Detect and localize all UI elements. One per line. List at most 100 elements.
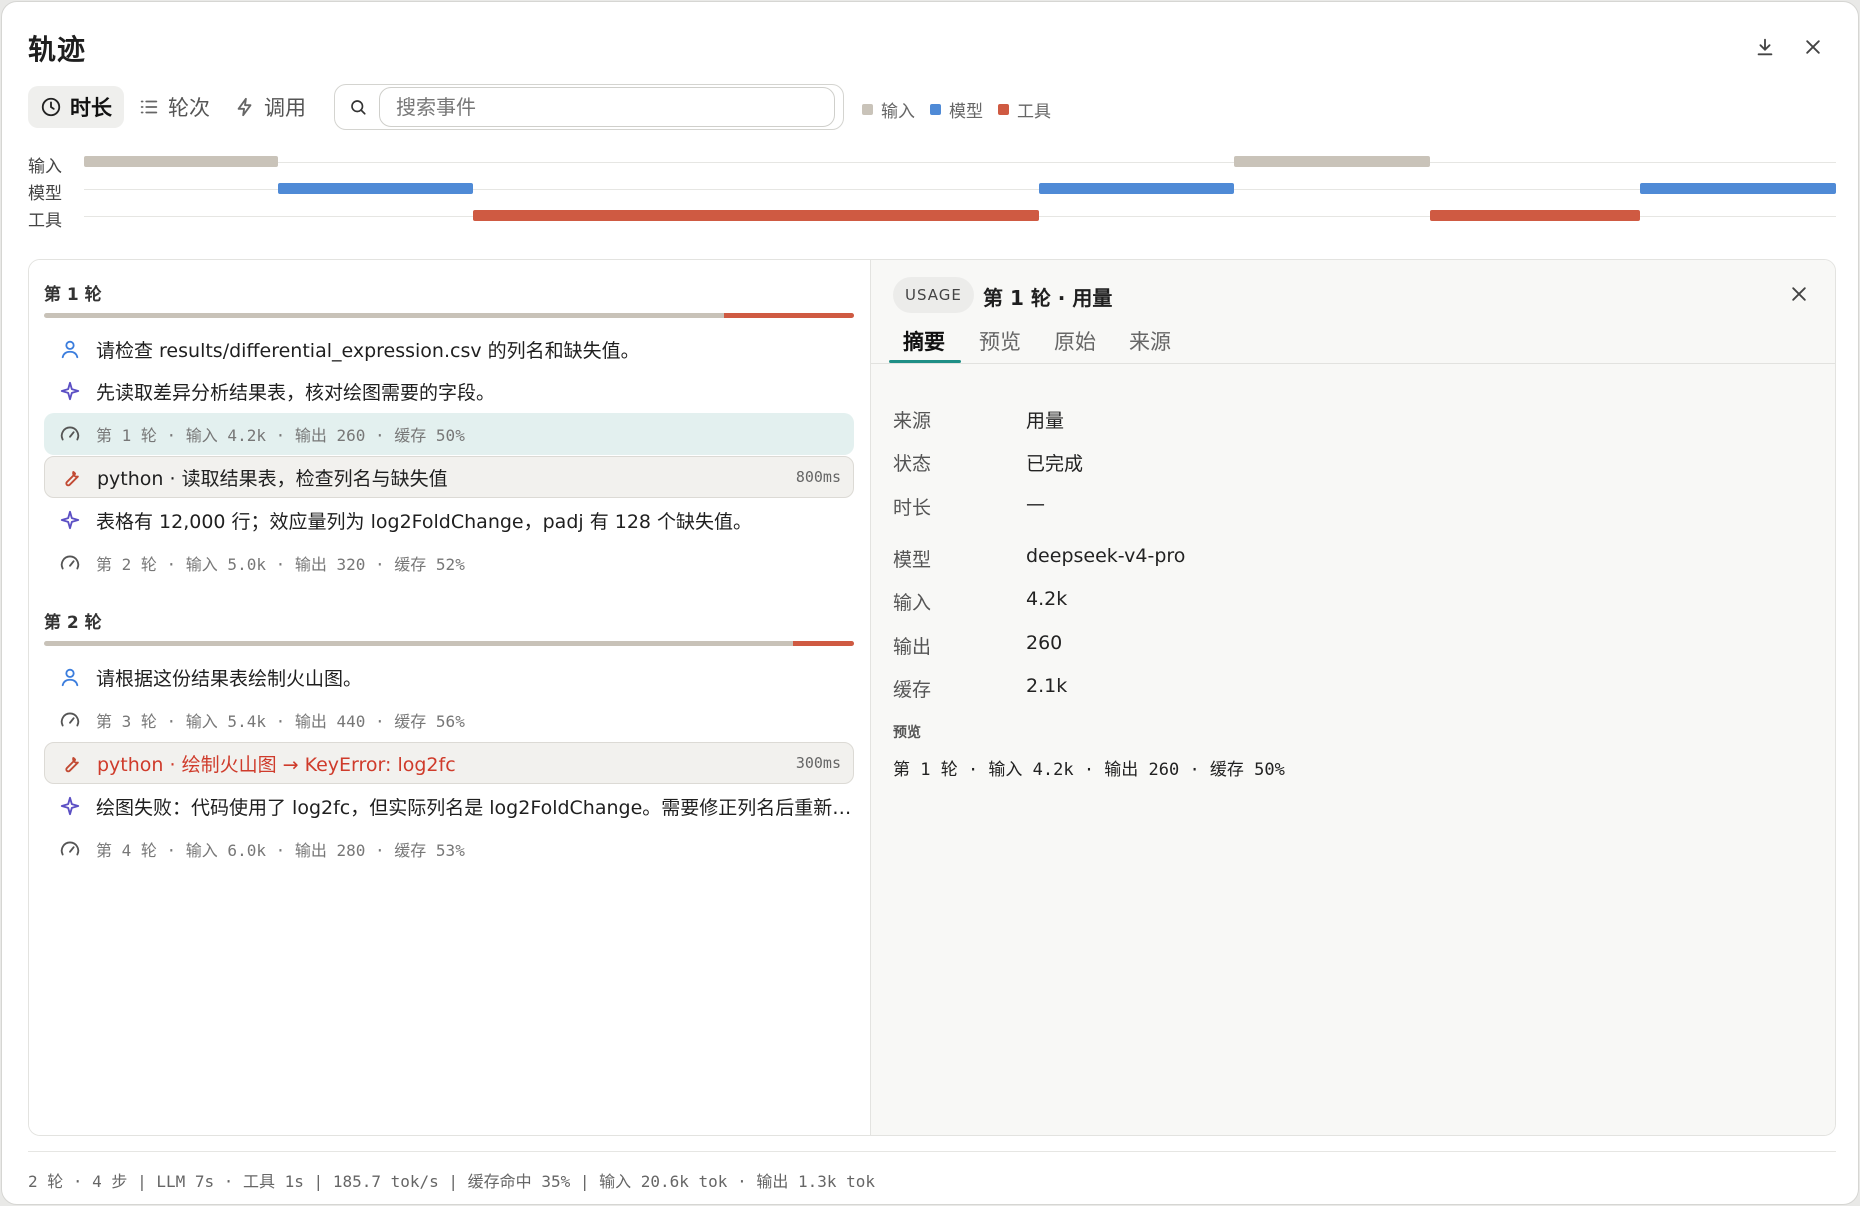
preview-heading: 预览 (893, 725, 921, 741)
timeline-bar-input[interactable] (1234, 156, 1430, 167)
tab-preview[interactable]: 预览 (979, 326, 1021, 356)
legend-label: 输入 (881, 102, 915, 122)
item-text: 第 1 轮 · 输入 4.2k · 输出 260 · 缓存 50% (96, 426, 465, 445)
timeline-bar-input[interactable] (84, 156, 278, 167)
item-text: python · 读取结果表，检查列名与缺失值 (97, 467, 448, 490)
tool-duration: 800ms (795, 468, 841, 486)
segment-label: 调用 (264, 96, 306, 120)
download-button[interactable] (1750, 32, 1780, 62)
detail-tabs: 摘要 预览 原始 来源 (871, 320, 1835, 364)
list-item-model[interactable]: 表格有 12,000 行；效应量列为 log2FoldChange，padj 有… (44, 499, 854, 541)
field-value: deepseek-v4-pro (1026, 545, 1186, 567)
segment-label: 时长 (70, 96, 112, 120)
field-key: 时长 (893, 497, 932, 519)
detail-title: 第 1 轮 · 用量 (983, 286, 1113, 310)
round-heading: 第 2 轮 (44, 613, 102, 633)
active-tab-indicator (889, 360, 961, 363)
field-key: 输出 (893, 636, 932, 658)
timeline-bar-tool[interactable] (1430, 210, 1640, 221)
item-text: 第 4 轮 · 输入 6.0k · 输出 280 · 缓存 53% (96, 841, 465, 860)
round-progress-bar (44, 641, 854, 646)
timeline-bar-model[interactable] (278, 183, 473, 194)
event-type-badge: USAGE (893, 277, 974, 313)
search-box (334, 84, 844, 130)
segment-label: 轮次 (168, 96, 210, 120)
clock-icon (41, 97, 61, 117)
field-key: 缓存 (893, 679, 932, 701)
user-icon (61, 668, 79, 687)
round-progress-tool-segment (724, 313, 854, 318)
round-heading: 第 1 轮 (44, 285, 102, 305)
round-progress-bar (44, 313, 854, 318)
close-window-button[interactable] (1798, 32, 1828, 62)
timeline-lane-label: 模型 (28, 184, 62, 204)
item-text: 请根据这份结果表绘制火山图。 (96, 667, 363, 690)
legend-swatch (862, 104, 873, 115)
segment-calls[interactable]: 调用 (222, 86, 318, 128)
search-input[interactable] (379, 87, 835, 127)
legend-swatch (998, 104, 1009, 115)
sparkle-icon (60, 510, 80, 530)
field-value: — (1026, 493, 1045, 515)
field-key: 模型 (893, 549, 932, 571)
legend-tool: 工具 (998, 97, 1051, 122)
detail-panel: USAGE 第 1 轮 · 用量 摘要 预览 原始 来源 来源 用量 状态 已完… (870, 260, 1835, 1135)
close-icon (1792, 287, 1806, 301)
tab-raw[interactable]: 原始 (1054, 326, 1096, 356)
timeline-bar-tool[interactable] (473, 210, 1039, 221)
round-progress-tool-segment (793, 641, 854, 646)
list-item-usage[interactable]: 第 4 轮 · 输入 6.0k · 输出 280 · 缓存 53% (44, 828, 854, 870)
segment-duration[interactable]: 时长 (28, 86, 124, 128)
wrench-icon (65, 757, 79, 773)
item-text: 先读取差异分析结果表，核对绘图需要的字段。 (96, 381, 496, 404)
download-icon (1757, 38, 1773, 56)
trace-window: 轨迹 时长 轮次 调用 输入 模型 工具 输入 模型 工具 (1, 1, 1859, 1205)
item-text: 第 2 轮 · 输入 5.0k · 输出 320 · 缓存 52% (96, 555, 465, 574)
window-title: 轨迹 (28, 33, 87, 66)
item-text: 表格有 12,000 行；效应量列为 log2FoldChange，padj 有… (96, 510, 753, 533)
list-item-user[interactable]: 请检查 results/differential_expression.csv … (44, 328, 854, 370)
field-key: 状态 (893, 453, 932, 475)
list-item-tool-error[interactable]: python · 绘制火山图 → KeyError: log2fc 300ms (44, 742, 854, 784)
sparkle-icon (60, 381, 80, 401)
list-icon (140, 100, 158, 114)
preview-text: 第 1 轮 · 输入 4.2k · 输出 260 · 缓存 50% (893, 760, 1285, 780)
close-detail-button[interactable] (1783, 278, 1815, 310)
list-item-model[interactable]: 绘图失败：代码使用了 log2fc，但实际列名是 log2FoldChange。… (44, 785, 854, 827)
list-item-user[interactable]: 请根据这份结果表绘制火山图。 (44, 656, 854, 698)
segment-rounds[interactable]: 轮次 (126, 86, 222, 128)
list-item-usage[interactable]: 第 1 轮 · 输入 4.2k · 输出 260 · 缓存 50% (44, 413, 854, 455)
sparkle-icon (60, 796, 80, 816)
footer-divider (28, 1151, 1836, 1152)
list-item-usage[interactable]: 第 3 轮 · 输入 5.4k · 输出 440 · 缓存 56% (44, 699, 854, 741)
timeline-lane-label: 工具 (28, 211, 62, 231)
timeline-bar-model[interactable] (1640, 183, 1836, 194)
timeline-lane-label: 输入 (28, 157, 62, 177)
tab-summary[interactable]: 摘要 (903, 326, 945, 356)
gauge-icon (60, 426, 80, 441)
gauge-icon (60, 712, 80, 727)
legend-model: 模型 (930, 97, 983, 122)
field-value: 已完成 (1026, 453, 1084, 475)
timeline-bar-model[interactable] (1039, 183, 1234, 194)
gauge-icon (60, 555, 80, 570)
tab-source[interactable]: 来源 (1129, 326, 1171, 356)
field-key: 来源 (893, 410, 932, 432)
lightning-icon (237, 97, 252, 117)
field-value: 4.2k (1026, 588, 1068, 610)
tool-duration: 300ms (795, 754, 841, 772)
item-text: 绘图失败：代码使用了 log2fc，但实际列名是 log2FoldChange。… (96, 796, 854, 819)
field-value: 2.1k (1026, 675, 1068, 697)
legend-swatch (930, 104, 941, 115)
user-icon (61, 340, 79, 359)
legend-input: 输入 (862, 97, 915, 122)
list-item-usage[interactable]: 第 2 轮 · 输入 5.0k · 输出 320 · 缓存 52% (44, 542, 854, 584)
list-item-tool[interactable]: python · 读取结果表，检查列名与缺失值 800ms (44, 456, 854, 498)
field-value: 用量 (1026, 410, 1065, 432)
close-icon (1806, 40, 1820, 54)
timeline-lane-line (84, 162, 1836, 163)
field-value: 260 (1026, 632, 1063, 654)
legend-label: 模型 (949, 102, 983, 122)
list-item-model[interactable]: 先读取差异分析结果表，核对绘图需要的字段。 (44, 370, 854, 412)
wrench-icon (65, 471, 79, 487)
